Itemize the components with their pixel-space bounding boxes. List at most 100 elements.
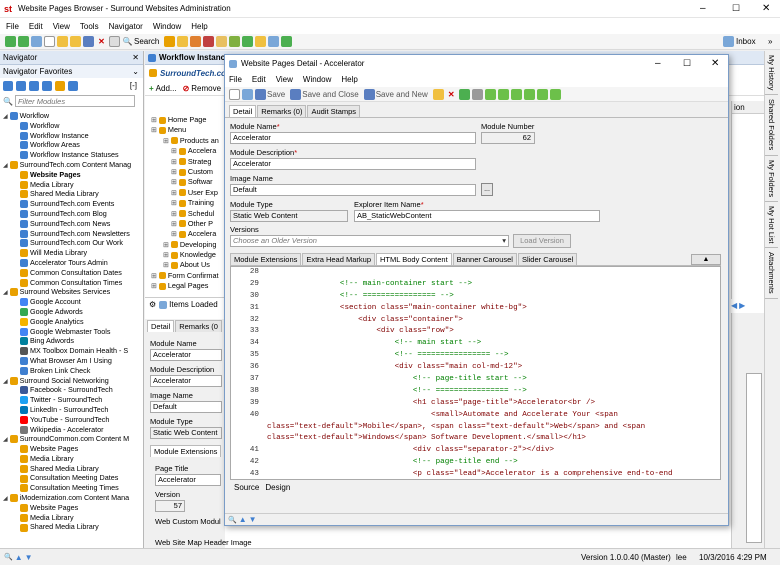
module-icon[interactable]: [177, 36, 189, 47]
large-icons-view-icon[interactable]: [3, 80, 13, 91]
bg-page-title-field[interactable]: Accelerator: [155, 474, 221, 486]
code-line[interactable]: 29 <!-- main-container start -->: [231, 279, 720, 291]
page-tree-node[interactable]: ⊞ Other P: [151, 219, 225, 229]
nav-item[interactable]: Workflow Instance: [0, 131, 144, 141]
inbox-button[interactable]: Inbox: [736, 37, 756, 46]
delete-icon[interactable]: ✕: [446, 89, 457, 100]
code-line[interactable]: 32 <div class="container">: [231, 315, 720, 327]
navigator-favorites-header[interactable]: Navigator Favorites ⌄: [0, 65, 143, 78]
code-line[interactable]: 30 <!-- ================ -->: [231, 291, 720, 303]
folder-icon[interactable]: [432, 88, 444, 100]
expand-toggle-icon[interactable]: ⊞: [171, 179, 177, 186]
page-tree-node[interactable]: ⊞ Home Page: [151, 115, 225, 125]
previous-record-icon[interactable]: [497, 88, 509, 100]
details-view-icon[interactable]: [68, 80, 78, 91]
forward-icon[interactable]: [18, 36, 29, 47]
nav-group[interactable]: ◢ iModernization.com Content Mana: [0, 493, 144, 503]
toolbar-overflow-icon[interactable]: »: [768, 37, 772, 46]
code-line[interactable]: 33 <div class="row">: [231, 326, 720, 338]
tab-detail[interactable]: Detail: [229, 104, 257, 117]
tab-my-folders[interactable]: My Folders: [765, 156, 778, 202]
add-icon[interactable]: +: [149, 84, 154, 93]
module-icon[interactable]: [229, 36, 241, 47]
code-line[interactable]: 42 <!-- page-title end -->: [231, 457, 720, 469]
small-icons-view-icon[interactable]: [16, 80, 26, 91]
green-action-icon[interactable]: [549, 88, 561, 100]
dialog-menu-file[interactable]: File: [229, 75, 242, 84]
back-icon[interactable]: [5, 36, 16, 47]
nav-item[interactable]: Google Webmaster Tools: [0, 327, 144, 337]
nav-item[interactable]: Common Consultation Dates: [0, 268, 144, 278]
code-line[interactable]: 39 <h1 class="page-title">Accelerator<br…: [231, 398, 720, 410]
nav-item[interactable]: Consultation Meeting Dates: [0, 473, 144, 483]
expand-toggle-icon[interactable]: ⊞: [171, 190, 177, 197]
first-record-icon[interactable]: [484, 88, 496, 100]
code-line[interactable]: 43 <p class="lead">Accelerator is a comp…: [231, 469, 720, 479]
favorites-view-icon[interactable]: [55, 80, 65, 91]
expand-toggle-icon[interactable]: ◢: [3, 379, 8, 385]
expand-toggle-icon[interactable]: ⊞: [151, 117, 157, 124]
nav-item[interactable]: Twitter - SurroundTech: [0, 395, 144, 405]
remove-icon[interactable]: ⊘: [183, 84, 190, 93]
expand-toggle-icon[interactable]: ⊞: [171, 200, 177, 207]
list-view-icon[interactable]: [29, 80, 39, 91]
nav-item[interactable]: Common Consultation Times: [0, 278, 144, 288]
page-tree-node[interactable]: ⊞ Legal Pages: [151, 281, 225, 291]
page-tree-node[interactable]: ⊞ Training: [151, 198, 225, 208]
nav-item[interactable]: Workflow Areas: [0, 140, 144, 150]
code-line[interactable]: 28: [231, 267, 720, 279]
collapse-panel-button[interactable]: ▲: [691, 253, 721, 265]
nav-item[interactable]: Accelerator Tours Admin: [0, 258, 144, 268]
navigator-close-icon[interactable]: ✕: [132, 53, 139, 62]
expand-toggle-icon[interactable]: ◢: [3, 290, 8, 296]
expand-toggle-icon[interactable]: ⊞: [171, 221, 177, 228]
save-icon[interactable]: [255, 88, 266, 100]
nav-item[interactable]: Workflow: [0, 121, 144, 131]
module-icon[interactable]: [268, 36, 280, 47]
green-action-icon[interactable]: [536, 88, 548, 100]
dialog-maximize-button[interactable]: ☐: [683, 58, 691, 69]
status-down-icon[interactable]: ▼: [25, 553, 33, 562]
nav-item[interactable]: MX Toolbox Domain Health - S: [0, 346, 144, 356]
tab-banner-carousel[interactable]: Banner Carousel: [452, 253, 517, 265]
nav-item[interactable]: Shared Media Library: [0, 522, 144, 532]
settings-icon[interactable]: ⚙: [149, 300, 156, 309]
remove-button[interactable]: Remove: [191, 84, 221, 93]
new-icon[interactable]: [229, 88, 240, 100]
expand-toggle-icon[interactable]: ⊞: [171, 159, 177, 166]
load-version-button[interactable]: Load Version: [513, 234, 571, 248]
save-new-icon[interactable]: [363, 88, 375, 100]
scroll-right-icon[interactable]: ▶: [739, 301, 745, 310]
folder-icon[interactable]: [70, 36, 81, 47]
page-tree-node[interactable]: ⊞ Menu: [151, 125, 225, 135]
tab-attachments[interactable]: Attachments: [765, 248, 778, 299]
refresh-icon[interactable]: [242, 88, 253, 100]
save-icon[interactable]: [83, 36, 94, 47]
dialog-menu-edit[interactable]: Edit: [252, 75, 266, 84]
code-line[interactable]: 38 <!-- ================ -->: [231, 386, 720, 398]
dialog-minimize-button[interactable]: –: [655, 58, 661, 69]
expand-toggle-icon[interactable]: ⊞: [163, 252, 169, 259]
add-button[interactable]: Add...: [156, 84, 177, 93]
expand-toggle-icon[interactable]: ⊞: [151, 283, 157, 290]
module-icon[interactable]: [242, 36, 254, 47]
expand-toggle-icon[interactable]: ◢: [3, 437, 8, 443]
code-line[interactable]: class="text-default">Mobile</span>, <spa…: [231, 422, 720, 434]
status-search-icon[interactable]: 🔍: [4, 553, 13, 561]
bg-tab-module-extensions[interactable]: Module Extensions: [150, 445, 222, 457]
nav-group[interactable]: ◢ SurroundTech.com Content Manag: [0, 160, 144, 170]
dialog-menu-window[interactable]: Window: [303, 75, 331, 84]
browse-image-button[interactable]: ...: [481, 183, 493, 196]
nav-item[interactable]: Facebook - SurroundTech: [0, 385, 144, 395]
nav-item[interactable]: Media Library: [0, 454, 144, 464]
module-description-field[interactable]: Accelerator: [230, 158, 476, 170]
minimize-button[interactable]: –: [700, 3, 706, 14]
code-line[interactable]: 36 <div class="main col-md-12">: [231, 362, 720, 374]
tab-slider-carousel[interactable]: Slider Carousel: [517, 253, 578, 265]
expand-toggle-icon[interactable]: ⊞: [163, 262, 169, 269]
tab-module-extensions[interactable]: Module Extensions: [230, 253, 302, 265]
code-line[interactable]: 41 <div class="separator-2"></div>: [231, 445, 720, 457]
nav-item[interactable]: Google Account: [0, 297, 144, 307]
chevron-down-icon[interactable]: ⌄: [132, 67, 139, 76]
close-button[interactable]: ✕: [762, 3, 770, 14]
